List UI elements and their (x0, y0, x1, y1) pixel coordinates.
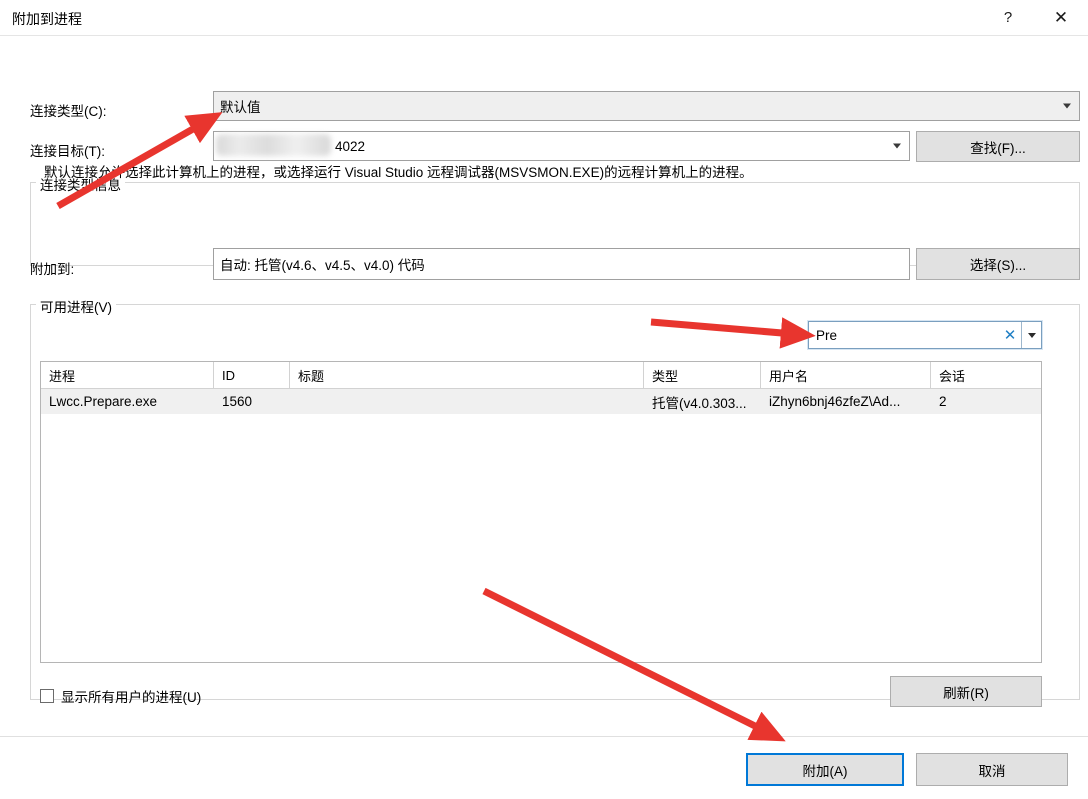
chevron-down-icon (1027, 332, 1036, 338)
search-input[interactable] (809, 322, 999, 348)
cell-username: iZhyn6bnj46zfeZ\Ad... (769, 394, 901, 409)
process-filter-box[interactable]: ✕ (808, 321, 1042, 349)
refresh-button[interactable]: 刷新(R) (890, 676, 1042, 707)
attach-to-label: 附加到: (30, 262, 75, 277)
connection-info-text: 默认连接允许选择此计算机上的进程，或选择运行 Visual Studio 远程调… (44, 165, 753, 180)
search-dropdown-button[interactable] (1021, 322, 1041, 348)
window-title: 附加到进程 (12, 11, 82, 27)
attach-to-value: 自动: 托管(v4.6、v4.5、v4.0) 代码 (220, 258, 425, 273)
dialog-body: 连接类型(C): 默认值 连接目标(T): 4022 查找(F)... 连接类型… (0, 36, 1088, 799)
checkbox-box[interactable] (40, 689, 54, 703)
cell-title (290, 389, 644, 414)
attach-button[interactable]: 附加(A) (746, 753, 904, 786)
help-icon[interactable]: ? (985, 0, 1031, 35)
attach-to-process-dialog: 附加到进程 ? ✕ 连接类型(C): 默认值 连接目标(T): 4022 查找(… (0, 0, 1088, 799)
cell-type: 托管(v4.0.303... (652, 395, 747, 411)
column-header-process[interactable]: 进程 (41, 362, 214, 388)
connection-target-label: 连接目标(T): (30, 144, 105, 159)
column-header-username[interactable]: 用户名 (761, 362, 931, 388)
chevron-down-icon (1063, 103, 1071, 109)
attach-to-field: 自动: 托管(v4.6、v4.5、v4.0) 代码 (213, 248, 910, 280)
clear-search-icon[interactable]: ✕ (999, 322, 1021, 348)
connection-type-value: 默认值 (220, 100, 261, 115)
table-row[interactable]: Lwcc.Prepare.exe 1560 托管(v4.0.303... iZh… (41, 389, 1041, 414)
column-header-session[interactable]: 会话 (931, 362, 1041, 388)
footer-separator (0, 736, 1088, 737)
cancel-button[interactable]: 取消 (916, 753, 1068, 786)
column-header-title[interactable]: 标题 (290, 362, 644, 388)
find-button[interactable]: 查找(F)... (916, 131, 1080, 162)
column-header-type[interactable]: 类型 (644, 362, 761, 388)
connection-type-combo[interactable]: 默认值 (213, 91, 1080, 121)
process-list[interactable]: 进程 ID 标题 类型 用户名 会话 Lwcc.Prepare.exe 1560… (40, 361, 1042, 663)
cell-session: 2 (939, 394, 947, 409)
close-icon[interactable]: ✕ (1038, 0, 1084, 35)
chevron-down-icon (893, 143, 901, 149)
select-button[interactable]: 选择(S)... (916, 248, 1080, 280)
show-all-users-label: 显示所有用户的进程(U) (61, 690, 202, 705)
column-header-id[interactable]: ID (214, 362, 290, 388)
connection-type-label: 连接类型(C): (30, 104, 107, 119)
available-processes-legend: 可用进程(V) (36, 296, 116, 316)
redacted-host-region (216, 134, 331, 156)
cell-process: Lwcc.Prepare.exe (49, 394, 158, 409)
title-bar: 附加到进程 ? ✕ (0, 0, 1088, 36)
show-all-users-checkbox[interactable]: 显示所有用户的进程(U) (40, 686, 201, 706)
cell-id: 1560 (222, 394, 253, 409)
process-list-header: 进程 ID 标题 类型 用户名 会话 (41, 362, 1041, 389)
